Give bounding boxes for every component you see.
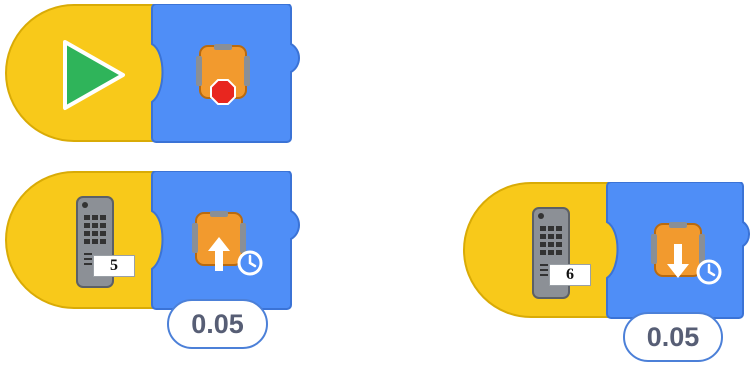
drive-backward-block[interactable] <box>605 182 753 322</box>
remote-key-badge[interactable]: 5 <box>93 255 135 277</box>
robot-backward-timed-icon <box>651 222 722 285</box>
robot-stop-icon <box>196 44 250 105</box>
stop-motors-block[interactable] <box>150 4 305 146</box>
drive-forward-block[interactable] <box>150 171 305 313</box>
green-flag-play-icon <box>63 40 125 110</box>
remote-trigger-block[interactable]: 5 <box>5 171 167 309</box>
remote-forward-script: 5 0.05 <box>5 171 305 361</box>
remote-backward-script: 6 0.05 <box>463 182 753 369</box>
duration-input[interactable]: 0.05 <box>167 299 268 349</box>
remote-trigger-block[interactable]: 6 <box>463 182 623 318</box>
duration-input[interactable]: 0.05 <box>623 312 723 362</box>
start-stop-script <box>5 4 305 146</box>
start-trigger-block[interactable] <box>5 4 167 142</box>
robot-forward-timed-icon <box>192 211 263 276</box>
remote-key-badge[interactable]: 6 <box>549 264 591 286</box>
